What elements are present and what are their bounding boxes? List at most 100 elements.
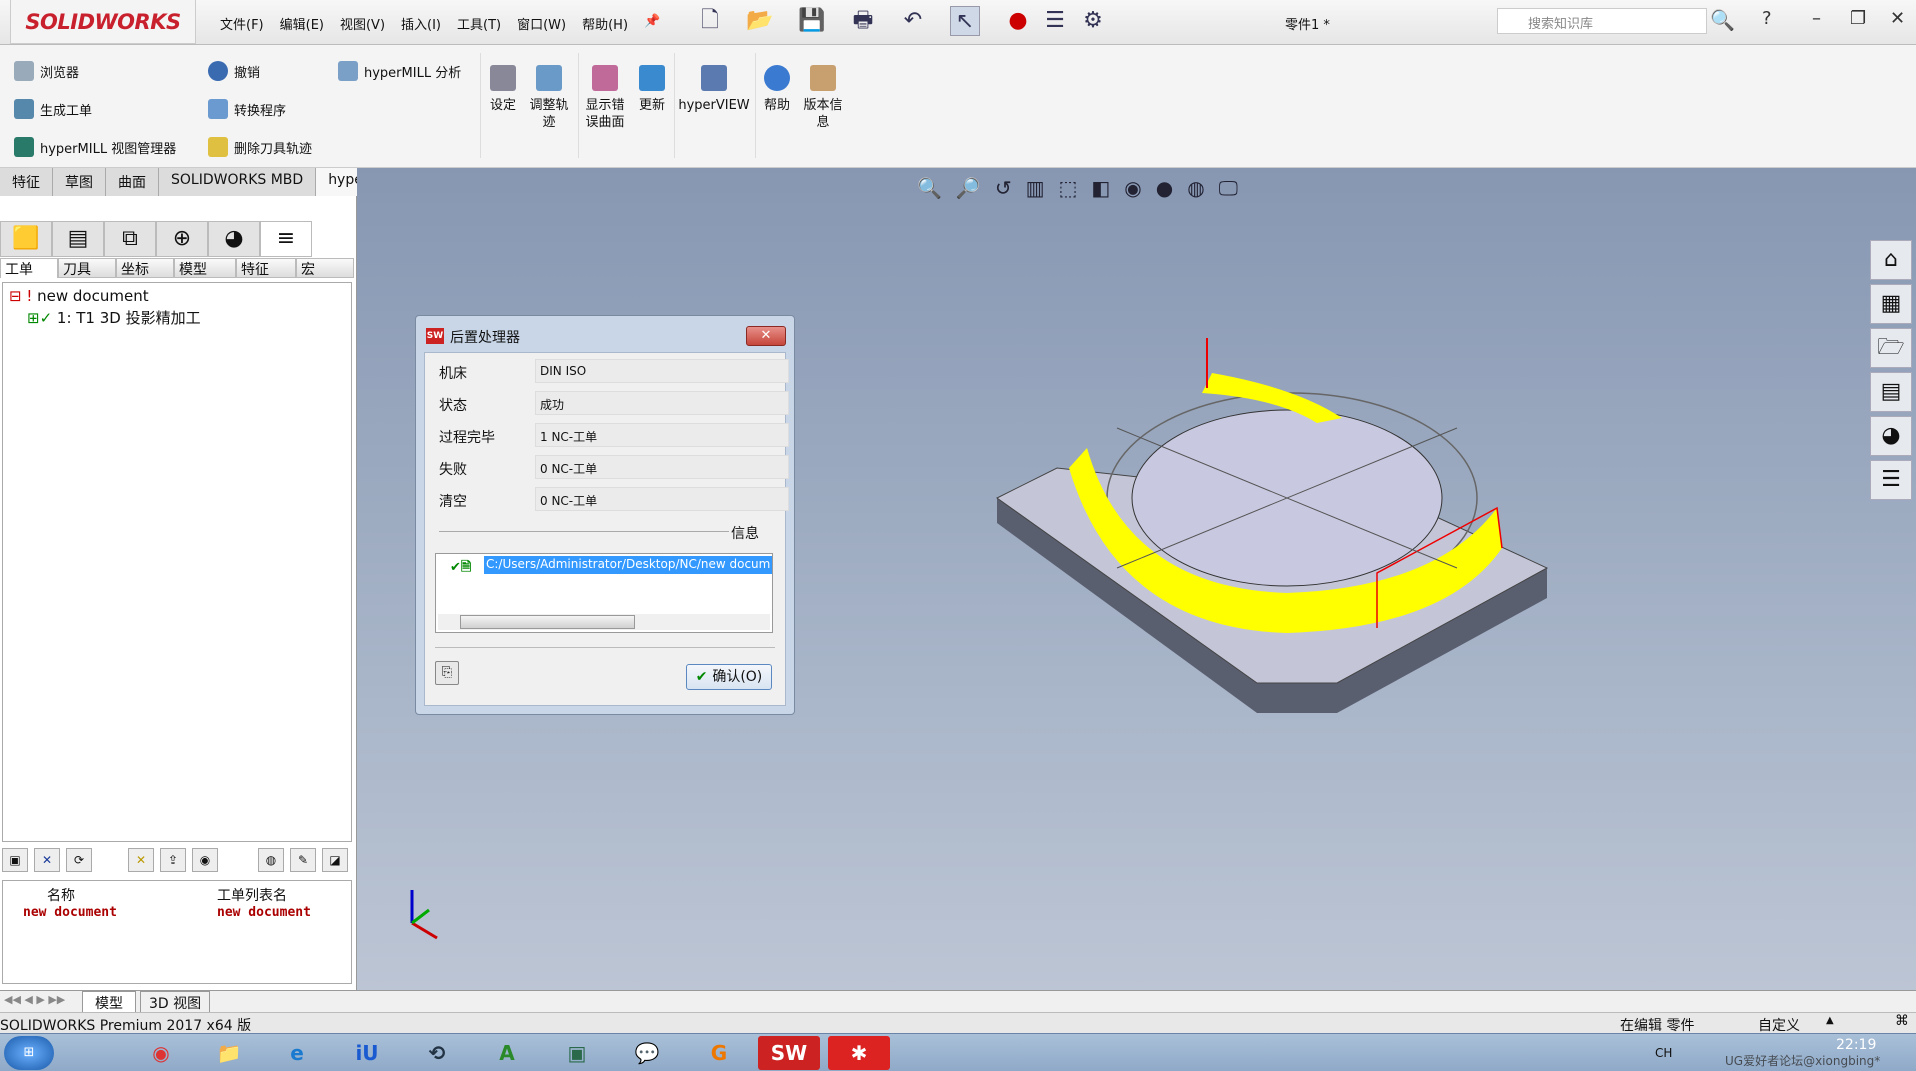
tab-surfaces[interactable]: 曲面 (106, 168, 159, 196)
subtab-jobs[interactable]: 工单 (0, 258, 58, 278)
app-taskbar-icon[interactable]: iU (336, 1036, 398, 1070)
help-button[interactable]: 帮助 (760, 65, 794, 114)
undo-icon[interactable]: ↶ (898, 6, 928, 36)
subtab-tools[interactable]: 刀具 (58, 258, 116, 278)
hypermill-analysis-button[interactable]: hyperMILL 分析 (338, 61, 461, 81)
save-icon[interactable]: 💾 (797, 6, 827, 36)
view-palette-icon[interactable]: ▤ (1870, 372, 1912, 412)
show-error-surfaces-button[interactable]: 显示错 误曲面 (582, 65, 628, 131)
select-icon[interactable]: ↖ (950, 6, 980, 36)
create-job-button[interactable]: 生成工单 (14, 99, 92, 119)
appearances-icon[interactable]: ◕ (1870, 416, 1912, 456)
file-properties-icon[interactable]: ☰ (1040, 6, 1070, 36)
subtab-models[interactable]: 模型 (174, 258, 236, 278)
subtab-macros[interactable]: 宏 (296, 258, 354, 278)
tag-icon[interactable]: ⌘ (1895, 1013, 1909, 1029)
tab-sketch[interactable]: 草图 (53, 168, 106, 196)
minimize-button[interactable]: – (1812, 8, 1821, 29)
propertymanager-tab-icon[interactable]: ▤ (52, 221, 104, 257)
edit-icon[interactable]: ✎ (290, 848, 316, 872)
convert-program-button[interactable]: 转换程序 (208, 99, 286, 119)
tree-item-document[interactable]: ⊟ ! new document (9, 287, 149, 305)
settings-button[interactable]: 设定 (488, 65, 518, 114)
copy-icon[interactable]: ⎘ (435, 661, 459, 685)
info-list[interactable]: ✔🗎 C:/Users/Administrator/Desktop/NC/new… (435, 553, 773, 633)
tab-features[interactable]: 特征 (0, 168, 53, 196)
delete-toolpath-button[interactable]: 删除刀具轨迹 (208, 137, 312, 157)
model-tabs-bar: ◀◀ ◀ ▶ ▶▶ 模型 3D 视图 (0, 990, 1916, 1015)
subtab-features[interactable]: 特征 (236, 258, 296, 278)
chrome-taskbar-icon[interactable]: ◉ (130, 1036, 192, 1070)
ie-taskbar-icon[interactable]: e (266, 1036, 328, 1070)
app-taskbar-icon[interactable]: A (476, 1036, 538, 1070)
update-button[interactable]: 更新 (634, 65, 670, 114)
menu-tools[interactable]: 工具(T) (457, 14, 501, 33)
language-indicator[interactable]: CH (1655, 1046, 1672, 1060)
view-manager-button[interactable]: hyperMILL 视图管理器 (14, 137, 176, 157)
check-icon: ✔ (695, 669, 713, 685)
report-icon[interactable]: ◪ (322, 848, 348, 872)
custom-properties-icon[interactable]: ☰ (1870, 460, 1912, 500)
tab-scroll-arrows[interactable]: ◀◀ ◀ ▶ ▶▶ (4, 993, 65, 1006)
home-icon[interactable]: ⌂ (1870, 240, 1912, 280)
output-file-path[interactable]: C:/Users/Administrator/Desktop/NC/new do… (484, 556, 772, 574)
app-taskbar-icon[interactable]: ⟲ (406, 1036, 468, 1070)
menu-help[interactable]: 帮助(H) (582, 14, 628, 33)
table-row[interactable]: new document (23, 905, 117, 920)
delete-icon[interactable]: ✕ (34, 848, 60, 872)
dimxpert-tab-icon[interactable]: ⊕ (156, 221, 208, 257)
configuration-tab-icon[interactable]: ⧉ (104, 221, 156, 257)
restore-button[interactable]: ❐ (1850, 8, 1866, 29)
chevron-up-icon[interactable]: ▲ (1826, 1015, 1834, 1026)
adjust-toolpath-button[interactable]: 调整轨迹 (526, 65, 572, 131)
undo-button[interactable]: 撤销 (208, 61, 260, 81)
new-file-icon[interactable]: 🗋 (695, 6, 725, 36)
search-input[interactable]: 搜索知识库 (1497, 8, 1707, 34)
units-selector[interactable]: 自定义 (1758, 1015, 1800, 1035)
app-taskbar-icon[interactable]: ▣ (546, 1036, 608, 1070)
solidworks-taskbar-icon[interactable]: SW (758, 1036, 820, 1070)
new-job-icon[interactable]: ▣ (2, 848, 28, 872)
pin-icon[interactable]: 📌 (644, 14, 660, 33)
file-explorer-icon[interactable]: 🗁 (1870, 328, 1912, 368)
wechat-taskbar-icon[interactable]: 💬 (616, 1036, 678, 1070)
hyperview-button[interactable]: hyperVIEW (678, 65, 750, 114)
print-icon[interactable]: 🖶 (848, 6, 878, 36)
close-button[interactable]: ✕ (1890, 8, 1905, 29)
menu-file[interactable]: 文件(F) (220, 14, 264, 33)
help-icon[interactable]: ? (1762, 8, 1772, 29)
postprocess-icon[interactable]: ◍ (258, 848, 284, 872)
simulate-icon[interactable]: ◉ (192, 848, 218, 872)
menu-insert[interactable]: 插入(I) (401, 14, 441, 33)
options-gear-icon[interactable]: ⚙ (1078, 6, 1108, 36)
tab-mbd[interactable]: SOLIDWORKS MBD (159, 168, 317, 196)
start-button[interactable]: ⊞ (4, 1036, 54, 1070)
ok-button[interactable]: ✔ 确认(O) (686, 664, 772, 690)
menu-edit[interactable]: 编辑(E) (280, 14, 324, 33)
explorer-taskbar-icon[interactable]: 📁 (198, 1036, 260, 1070)
traffic-light-icon[interactable]: ● (1003, 6, 1033, 36)
field-label-status: 状态 (439, 398, 467, 414)
calculate-icon[interactable]: ⟳ (66, 848, 92, 872)
solidworks-logo[interactable]: SOLIDWORKS (10, 0, 196, 44)
search-icon[interactable]: 🔍 (1710, 8, 1735, 32)
subtab-coordinates[interactable]: 坐标 (116, 258, 174, 278)
export-icon[interactable]: ⇪ (160, 848, 186, 872)
hypermill-tab-icon[interactable]: ≡ (260, 221, 312, 257)
menu-window[interactable]: 窗口(W) (517, 14, 566, 33)
hypermill-taskbar-icon[interactable]: ✱ (828, 1036, 890, 1070)
dialog-close-button[interactable]: ✕ (746, 326, 786, 346)
clock[interactable]: 22:19 (1836, 1037, 1876, 1053)
tree-item-job[interactable]: ⊞✓ 1: T1 3D 投影精加工 (27, 307, 201, 328)
menu-view[interactable]: 视图(V) (340, 14, 385, 33)
version-info-button[interactable]: 版本信息 (800, 65, 846, 131)
scrollbar-thumb[interactable] (460, 615, 635, 629)
horizontal-scrollbar[interactable] (438, 614, 770, 630)
tool-icon[interactable]: ✕ (128, 848, 154, 872)
display-manager-tab-icon[interactable]: ◕ (208, 221, 260, 257)
open-file-icon[interactable]: 📂 (745, 6, 775, 36)
design-library-icon[interactable]: ▦ (1870, 284, 1912, 324)
browser-button[interactable]: 浏览器 (14, 61, 79, 81)
featuremanager-tab-icon[interactable]: 🟨 (0, 221, 52, 257)
app-taskbar-icon[interactable]: G (688, 1036, 750, 1070)
